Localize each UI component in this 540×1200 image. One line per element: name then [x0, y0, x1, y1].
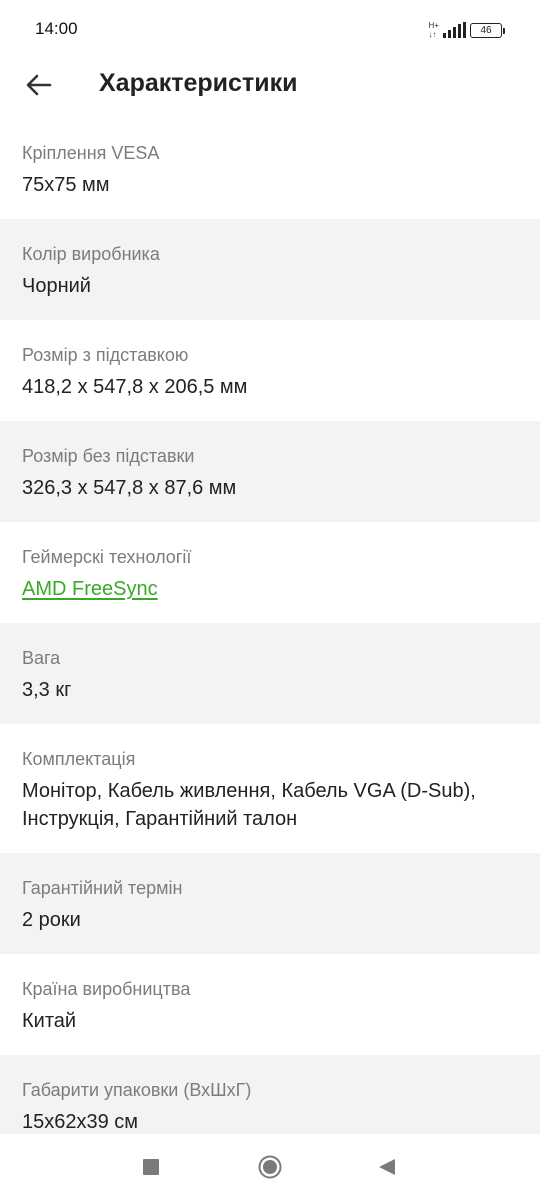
home-circle-glyph: [258, 1155, 282, 1179]
spec-value: 3,3 кг: [22, 679, 72, 701]
spec-row-size-with-stand: Розмір з підставкою 418,2 x 547,8 x 206,…: [0, 320, 540, 421]
network-type-indicator: H+ ↓↑: [429, 21, 439, 39]
spec-label: Комплектація: [22, 749, 136, 769]
spec-row-vesa-mount: Кріплення VESA 75x75 мм: [0, 118, 540, 219]
arrow-left-icon: [26, 74, 52, 96]
page-title: Характеристики: [99, 69, 298, 97]
spec-label: Гарантійний термін: [22, 878, 183, 898]
spec-value: 2 роки: [22, 909, 81, 931]
spec-row-gaming-tech: Геймерскі технології AMD FreeSync: [0, 522, 540, 623]
spec-label: Країна виробництва: [22, 979, 191, 999]
circle-home-icon[interactable]: [258, 1155, 282, 1179]
battery-icon: 46: [470, 22, 505, 38]
cell-signal-icon: [443, 22, 466, 38]
spec-value: Китай: [22, 1010, 77, 1032]
spec-row-package-dimensions: Габарити упаковки (ВхШхГ) 15x62x39 см: [0, 1055, 540, 1134]
spec-value: Монітор, Кабель живлення, Кабель VGA (D-…: [22, 780, 476, 830]
spec-row-package-contents: Комплектація Монітор, Кабель живлення, К…: [0, 724, 540, 853]
status-icons: H+ ↓↑ 46: [429, 19, 505, 41]
network-type-label: H+: [428, 21, 439, 30]
spec-row-color: Колір виробника Чорний: [0, 219, 540, 320]
spec-label: Розмір з підставкою: [22, 345, 189, 365]
spec-label: Розмір без підставки: [22, 446, 195, 466]
specifications-list[interactable]: Кріплення VESA 75x75 мм Колір виробника …: [0, 118, 540, 1134]
battery-level: 46: [480, 24, 492, 36]
spec-row-weight: Вага 3,3 кг: [0, 623, 540, 724]
square-recents-icon[interactable]: [143, 1159, 159, 1175]
spec-value: 418,2 x 547,8 x 206,5 мм: [22, 376, 248, 398]
freesync-link[interactable]: AMD FreeSync: [22, 575, 518, 603]
spec-value: 75x75 мм: [22, 174, 110, 196]
back-button[interactable]: [20, 66, 58, 104]
spec-label: Колір виробника: [22, 244, 160, 264]
triangle-back-icon[interactable]: [378, 1158, 396, 1176]
spec-row-size-without-stand: Розмір без підставки 326,3 x 547,8 x 87,…: [0, 421, 540, 522]
spec-label: Вага: [22, 648, 61, 668]
spec-value: Чорний: [22, 275, 91, 297]
spec-row-warranty: Гарантійний термін 2 роки: [0, 853, 540, 954]
system-navigation-bar: [0, 1134, 540, 1200]
screen: 14:00 H+ ↓↑ 46 Характеристики Кріплення …: [0, 0, 540, 1200]
spec-value: 326,3 x 547,8 x 87,6 мм: [22, 477, 237, 499]
status-time: 14:00: [35, 19, 78, 38]
spec-label: Геймерскі технології: [22, 547, 192, 567]
spec-value: 15x62x39 см: [22, 1111, 139, 1133]
spec-label: Габарити упаковки (ВхШхГ): [22, 1080, 252, 1100]
data-activity-arrows: ↓↑: [428, 30, 437, 39]
app-header: Характеристики: [0, 58, 540, 120]
status-bar: 14:00 H+ ↓↑ 46: [0, 0, 540, 58]
spec-row-country: Країна виробництва Китай: [0, 954, 540, 1055]
spec-label: Кріплення VESA: [22, 143, 160, 163]
